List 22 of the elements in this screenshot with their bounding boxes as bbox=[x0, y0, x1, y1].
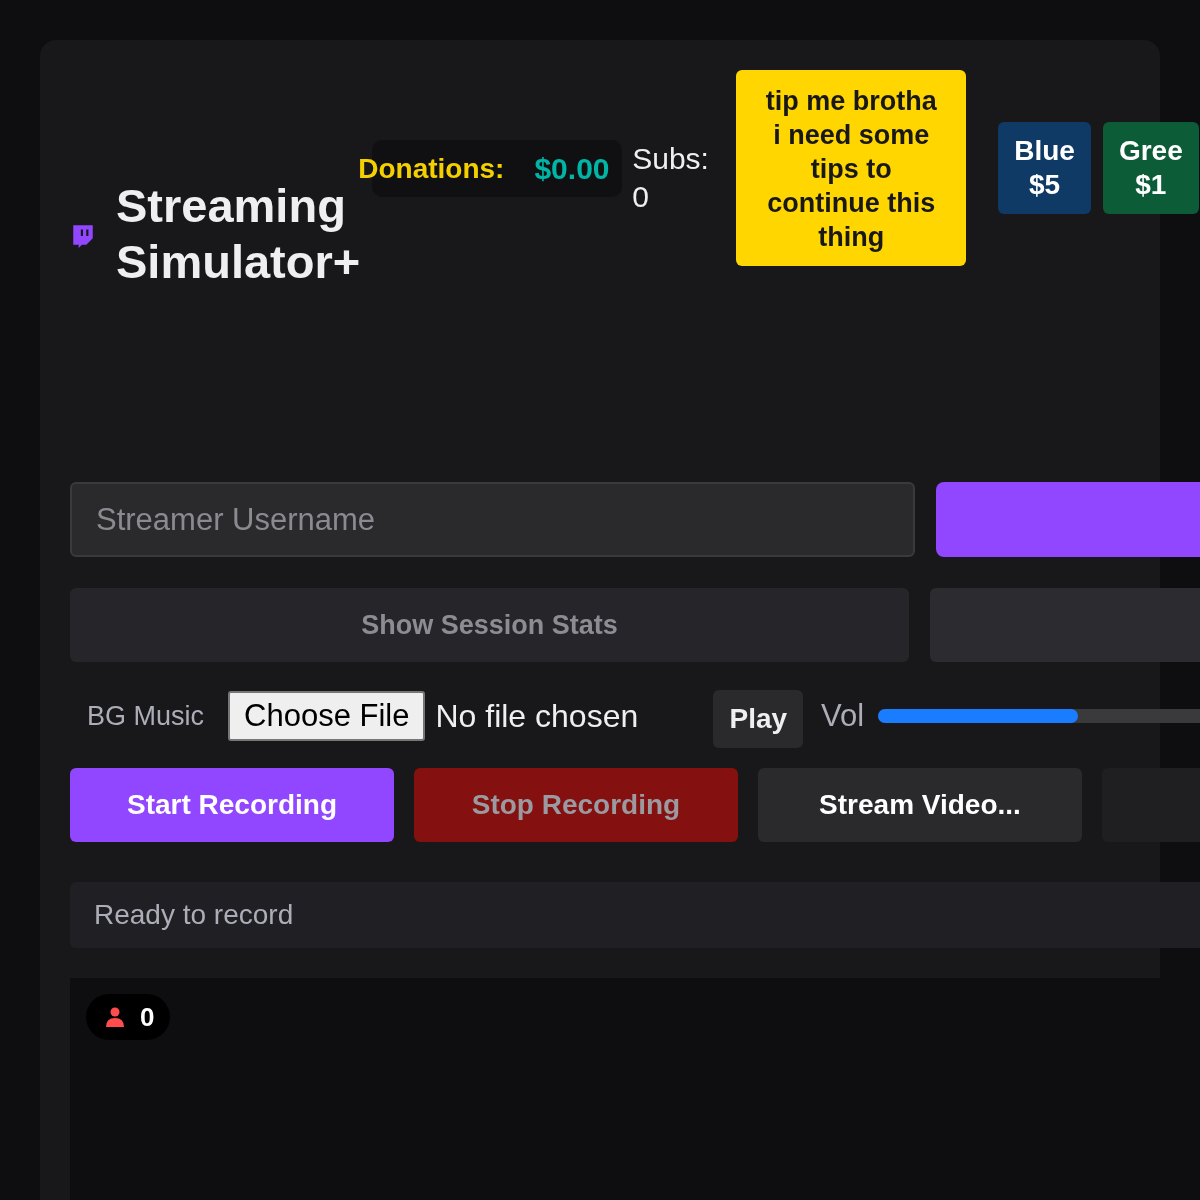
tip-message: tip me brotha i need some tips to continue this thing bbox=[736, 70, 967, 266]
chat-bubble-icon bbox=[70, 223, 96, 249]
donation-button[interactable]: Blue $5 bbox=[998, 122, 1091, 214]
username-field[interactable]: Streamer Username bbox=[70, 482, 915, 557]
music-label: BG Music bbox=[87, 700, 205, 732]
recording-button[interactable]: Start Recording bbox=[70, 768, 394, 842]
subs-label: Subs: bbox=[632, 141, 710, 177]
app-title: Streaming Simulator+ bbox=[116, 178, 361, 290]
subs-count: 0 bbox=[632, 179, 650, 215]
volume-label: Vol bbox=[821, 698, 865, 734]
play-button[interactable]: Play bbox=[713, 690, 804, 748]
session-stats-button[interactable]: Show Session Stats bbox=[70, 588, 909, 662]
donations-label: Donations: bbox=[358, 152, 505, 185]
donation-button[interactable]: Gree $1 bbox=[1102, 122, 1199, 214]
person-icon bbox=[106, 1007, 124, 1027]
volume-slider[interactable] bbox=[878, 709, 1200, 723]
choose-file-button[interactable]: Choose File bbox=[228, 691, 426, 741]
file-status: No file chosen bbox=[435, 697, 640, 735]
viewer-count: 0 bbox=[140, 1001, 155, 1033]
status-text: Ready to record bbox=[94, 899, 294, 931]
recording-button[interactable]: Stream Video... bbox=[758, 768, 1082, 842]
donations-amount: $0.00 bbox=[534, 151, 610, 186]
